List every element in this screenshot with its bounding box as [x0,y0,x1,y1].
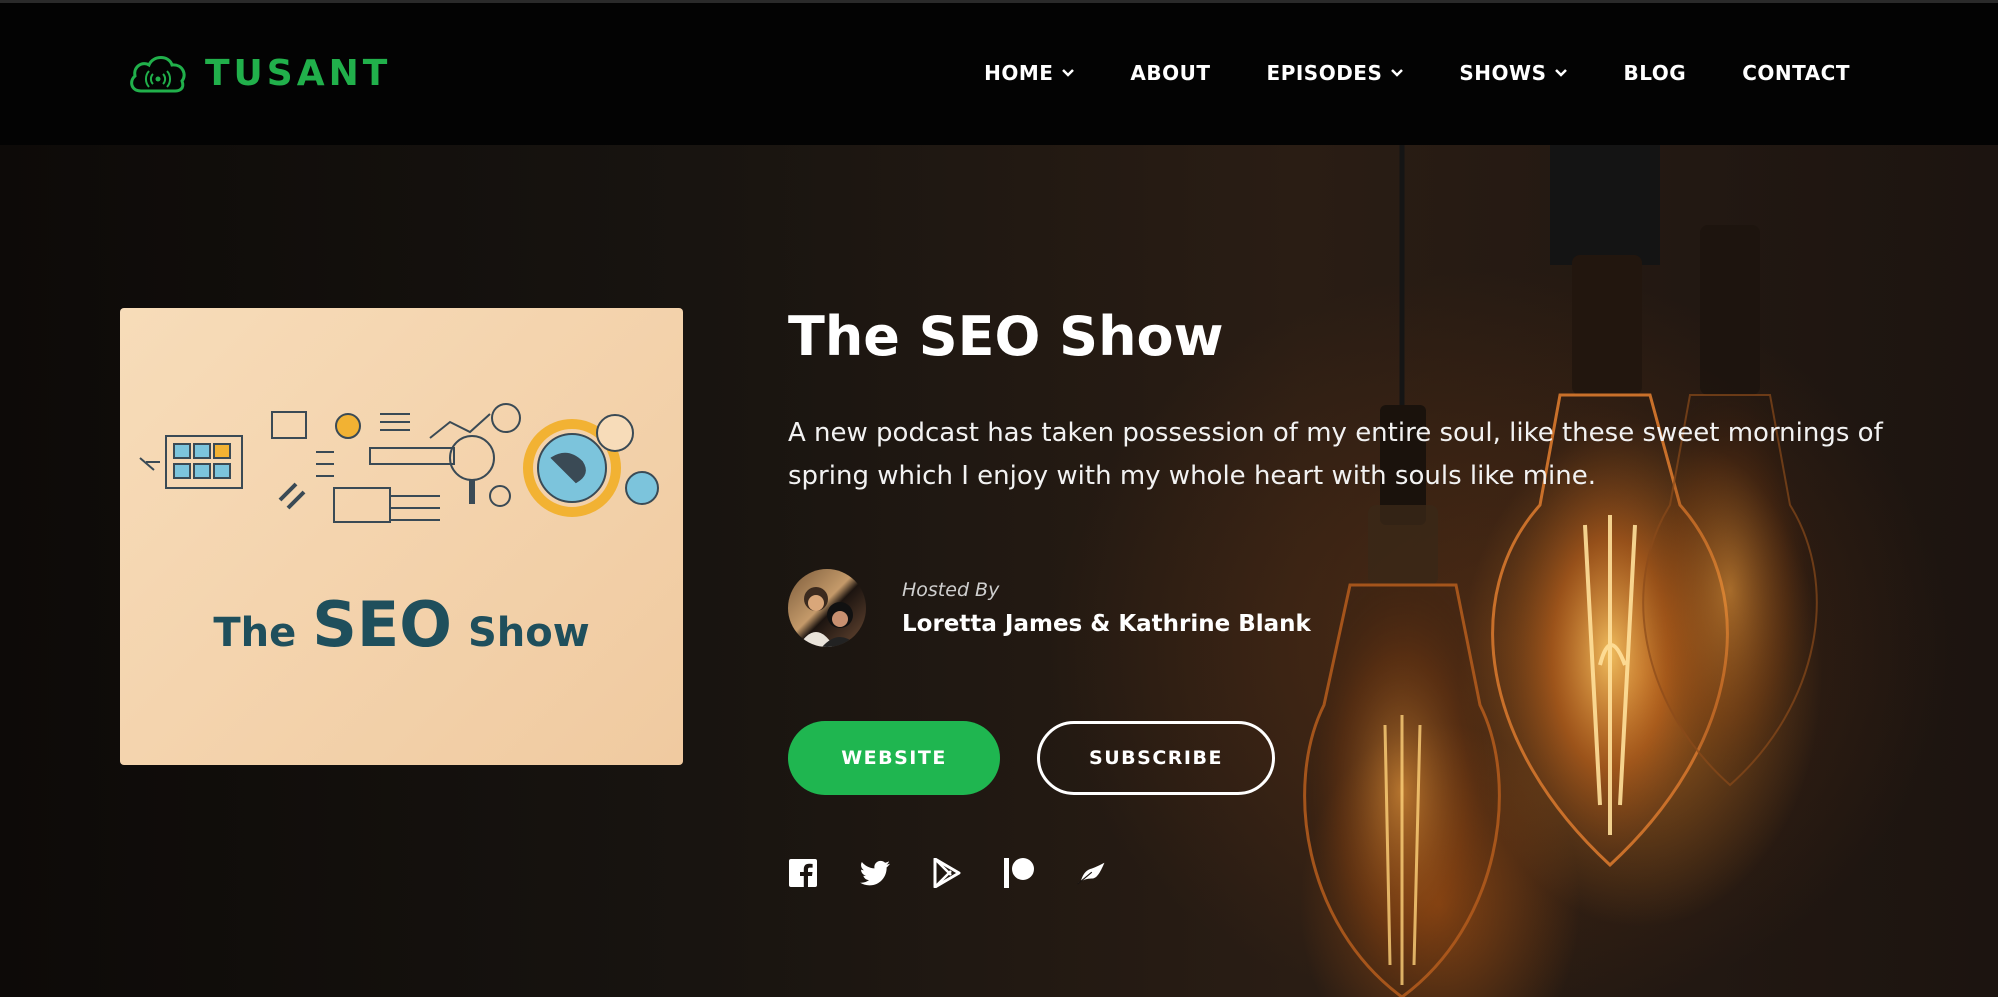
facebook-icon [789,859,817,887]
cover-title-main: SEO [312,588,452,661]
site-header: TUSANT HOME ABOUT EPISODES SHOWS BLOG CO… [0,3,1998,145]
chevron-down-icon [1555,69,1568,77]
nav-item-shows[interactable]: SHOWS [1459,61,1568,85]
nav-item-about[interactable]: ABOUT [1130,61,1210,85]
google-play-icon [933,858,961,888]
chevron-down-icon [1391,69,1404,77]
google-play-link[interactable] [932,858,962,888]
nav-item-label: EPISODES [1266,61,1383,85]
nav-item-home[interactable]: HOME [984,61,1075,85]
show-cover-art: The SEO Show [120,308,683,765]
brand-name: TUSANT [205,52,392,94]
cover-title-suffix: Show [467,610,590,656]
subscribe-button[interactable]: SUBSCRIBE [1037,721,1275,795]
nav-item-contact[interactable]: CONTACT [1742,61,1850,85]
show-description: A new podcast has taken possession of my… [788,418,1883,491]
main-nav: HOME ABOUT EPISODES SHOWS BLOG CONTACT [984,61,1850,85]
nav-item-label: BLOG [1623,61,1687,85]
host-avatar-image [798,587,858,647]
nav-item-label: ABOUT [1130,61,1211,85]
host-names[interactable]: Loretta James & Kathrine Blank [902,611,1311,637]
cover-title-prefix: The [213,610,297,656]
show-title: The SEO Show [788,305,1224,368]
host-text: Hosted By Loretta James & Kathrine Blank [902,579,1311,637]
nav-item-label: HOME [984,61,1054,85]
patreon-icon [1004,858,1034,888]
nav-item-blog[interactable]: BLOG [1623,61,1686,85]
social-links [788,858,1106,888]
chevron-down-icon [1062,69,1075,77]
host-avatar[interactable] [788,569,866,647]
feather-icon [1077,862,1105,885]
twitter-icon [860,860,890,886]
nav-item-label: SHOWS [1459,61,1547,85]
cloud-podcast-icon [130,56,186,93]
feather-link[interactable] [1076,858,1106,888]
host-info: Hosted By Loretta James & Kathrine Blank [788,569,1311,647]
cover-title: The SEO Show [120,588,683,661]
website-button[interactable]: WEBSITE [788,721,1000,795]
facebook-link[interactable] [788,858,818,888]
patreon-link[interactable] [1004,858,1034,888]
hosted-by-label: Hosted By [902,579,1000,601]
seo-illustration [139,403,659,523]
nav-item-episodes[interactable]: EPISODES [1267,61,1404,85]
hero-section: The SEO Show The SEO Show A new podcast … [0,145,1998,997]
twitter-link[interactable] [860,858,890,888]
brand-logo[interactable]: TUSANT [127,51,391,95]
nav-item-label: CONTACT [1742,61,1850,85]
